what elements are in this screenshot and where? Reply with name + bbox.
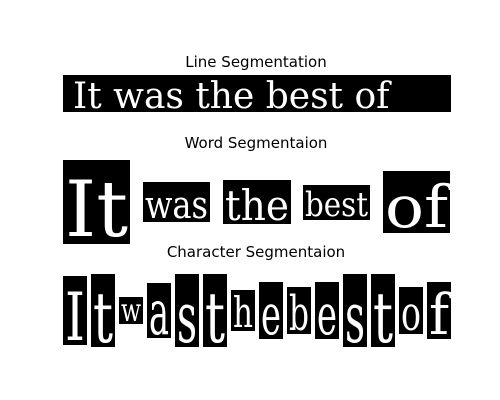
character-segmentation-title: Character Segmentaion (167, 243, 345, 261)
character-segment-text: s (345, 277, 365, 359)
word-segment-text: best (305, 185, 368, 225)
character-segment-text: t (205, 277, 225, 359)
character-segments: Itwasthebestof (63, 274, 453, 359)
character-segment-text: e (261, 283, 281, 348)
character-segment-text: h (233, 288, 253, 337)
character-segment-text: t (373, 277, 393, 359)
character-segment-text: t (93, 277, 113, 359)
segmentation-figure: Line Segmentation It was the best of Wor… (63, 53, 453, 359)
character-segment-text: I (65, 279, 85, 356)
word-segmentation-panel: Word Segmentaion It was the best of (63, 134, 452, 255)
word-segmentation-title: Word Segmentaion (185, 134, 328, 152)
word-segment-text: of (385, 173, 452, 241)
character-segmentation-panel: Character Segmentaion Itwasthebestof (63, 243, 453, 359)
character-segment-text: w (121, 291, 141, 329)
word-segment-text: was (145, 183, 208, 227)
word-segment-text: It (65, 165, 128, 255)
character-segment-text: s (177, 277, 197, 359)
line-segments: It was the best of (63, 75, 451, 117)
line-segmentation-panel: Line Segmentation It was the best of (63, 53, 451, 117)
character-segment-text: b (289, 286, 309, 342)
character-segment-text: a (149, 276, 169, 349)
character-segment-text: e (317, 283, 337, 348)
character-segment-text: o (401, 286, 421, 342)
word-segments: It was the best of (63, 160, 452, 255)
line-segment-text: It was the best of (73, 76, 392, 117)
word-segment-text: the (225, 181, 289, 230)
line-segmentation-title: Line Segmentation (185, 53, 326, 71)
